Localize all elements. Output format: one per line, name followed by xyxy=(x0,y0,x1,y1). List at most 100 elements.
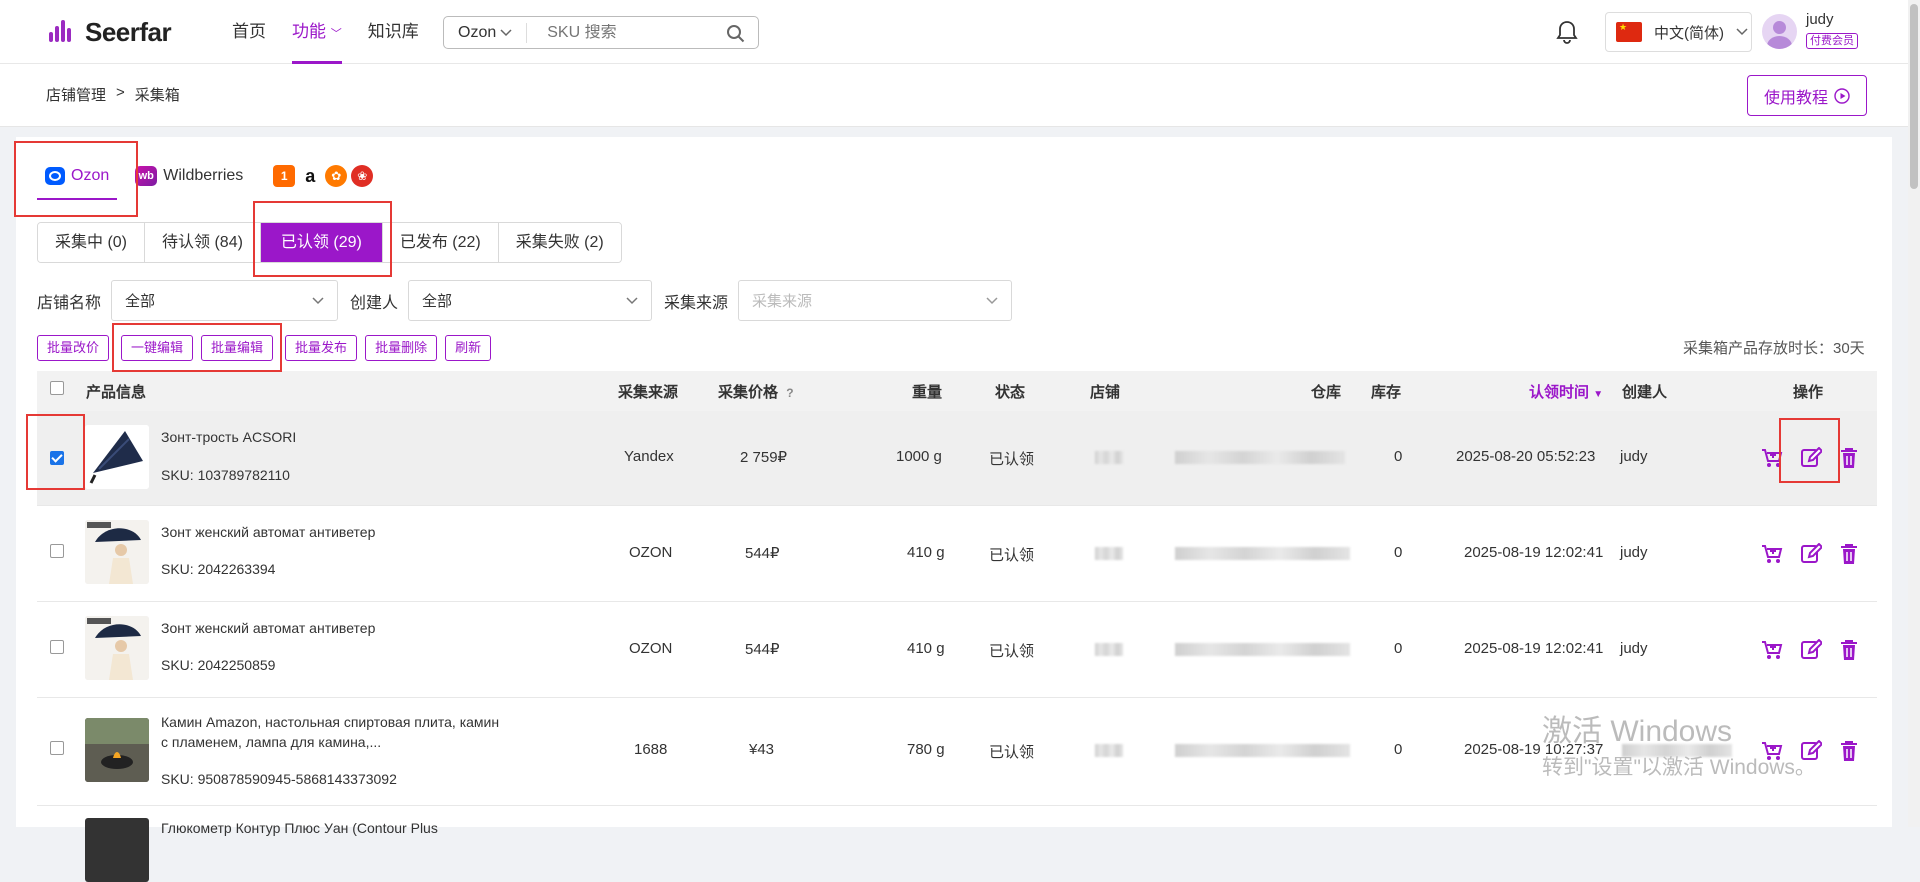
highlight-box-edit-icon xyxy=(1779,418,1840,483)
source-select[interactable]: 采集来源 xyxy=(738,280,1013,321)
batch-delete-button[interactable]: 批量删除 xyxy=(365,335,438,361)
row-price: 544₽ xyxy=(745,545,780,562)
tab-collecting[interactable]: 采集中 (0) xyxy=(38,223,146,262)
row-creator: judy xyxy=(1620,640,1648,657)
product-name[interactable]: Зонт женский автомат антиветер xyxy=(161,522,501,542)
row-checkbox[interactable] xyxy=(50,544,64,558)
china-flag-icon xyxy=(1616,22,1642,42)
breadcrumb: 店铺管理 > 采集箱 xyxy=(46,84,180,105)
row-status: 已认领 xyxy=(989,744,1035,761)
product-name[interactable]: Зонт женский автомат антиветер xyxy=(161,618,501,638)
nav-home[interactable]: 首页 xyxy=(232,0,266,64)
logo-mark-icon xyxy=(49,19,79,44)
product-sku: SKU: 103789782110 xyxy=(161,467,290,483)
select-all-checkbox[interactable] xyxy=(50,381,64,395)
product-thumbnail[interactable] xyxy=(85,520,149,584)
help-icon[interactable]: ? xyxy=(786,386,793,400)
chevron-down-icon xyxy=(500,28,512,36)
nav-features[interactable]: 功能 ﹀ xyxy=(292,0,342,64)
creator-select[interactable]: 全部 xyxy=(408,280,653,321)
avatar[interactable] xyxy=(1762,14,1797,49)
wildberries-logo-icon: wb xyxy=(135,166,158,186)
highlight-box-row-checkbox xyxy=(26,414,85,490)
scroll-thumb[interactable] xyxy=(1910,4,1918,189)
col-claim-time[interactable]: 认领时间 ▼ xyxy=(1529,381,1603,402)
nav-features-label: 功能 xyxy=(292,22,326,41)
edit-icon[interactable] xyxy=(1800,543,1822,565)
breadcrumb-store-management[interactable]: 店铺管理 xyxy=(46,84,106,105)
trash-icon[interactable] xyxy=(1839,543,1859,565)
source-select-placeholder: 采集来源 xyxy=(752,293,813,310)
warehouse-blurred xyxy=(1175,451,1345,464)
language-label: 中文(简体) xyxy=(1654,24,1724,42)
product-thumbnail[interactable] xyxy=(85,818,149,882)
product-thumbnail[interactable] xyxy=(85,616,149,680)
search-input[interactable] xyxy=(527,23,758,42)
store-blurred xyxy=(1095,643,1123,656)
product-thumbnail[interactable] xyxy=(85,718,149,782)
retention-text: 采集箱产品存放时长：30天 xyxy=(1683,340,1865,357)
store-select-value: 全部 xyxy=(125,293,156,310)
tab-pending-claim[interactable]: 待认领 (84) xyxy=(145,223,261,262)
product-thumbnail[interactable] xyxy=(85,425,149,489)
refresh-button[interactable]: 刷新 xyxy=(445,335,492,361)
row-checkbox[interactable] xyxy=(50,741,64,755)
row-creator: judy xyxy=(1620,544,1648,561)
row-price: ¥43 xyxy=(749,741,775,758)
language-select[interactable]: 中文(简体) xyxy=(1605,12,1752,52)
umbrella-woman-image xyxy=(85,520,149,584)
tutorial-button[interactable]: 使用教程 xyxy=(1747,75,1867,116)
seerfar-logo[interactable]: Seerfar xyxy=(49,17,172,48)
col-weight: 重量 xyxy=(912,384,943,401)
edit-icon[interactable] xyxy=(1800,639,1822,661)
product-name[interactable]: Камин Amazon, настольная спиртовая плита… xyxy=(161,712,501,752)
row-creator: judy xyxy=(1620,448,1648,465)
search-platform-select[interactable]: Ozon xyxy=(444,22,528,43)
breadcrumb-current: 采集箱 xyxy=(134,87,180,104)
col-store: 店铺 xyxy=(1090,384,1121,401)
filters: 店铺名称 全部 创建人 全部 采集来源 采集来源 xyxy=(37,280,1024,321)
highlight-box-claimed-tab xyxy=(253,201,392,277)
tab-failed[interactable]: 采集失败 (2) xyxy=(498,223,621,262)
bell-icon[interactable] xyxy=(1556,20,1578,44)
table-row[interactable]: Зонт женский автомат антиветер SKU: 2042… xyxy=(37,506,1877,602)
product-name[interactable]: Зонт-трость ACSORI xyxy=(161,427,501,447)
other-platform-tabs[interactable]: 1 a ✿ ❀ xyxy=(273,165,374,187)
search-icon[interactable] xyxy=(726,24,746,44)
aliexpress-logo-icon: ✿ xyxy=(325,165,348,187)
source-filter-label: 采集来源 xyxy=(664,294,729,312)
tab-published[interactable]: 已发布 (22) xyxy=(382,223,499,262)
row-weight: 410 g xyxy=(907,640,945,657)
col-status: 状态 xyxy=(995,384,1026,401)
brand-name: Seerfar xyxy=(85,17,172,47)
tab-wildberries[interactable]: wb Wildberries xyxy=(125,158,253,194)
pinduoduo-logo-icon: ❀ xyxy=(351,165,374,187)
col-creator: 创建人 xyxy=(1622,384,1668,401)
col-source: 采集来源 xyxy=(618,384,679,401)
batch-price-button[interactable]: 批量改价 xyxy=(37,335,110,361)
col-product: 产品信息 xyxy=(86,384,147,401)
trash-icon[interactable] xyxy=(1839,639,1859,661)
row-stock: 0 xyxy=(1394,640,1403,657)
main-nav: 首页 功能 ﹀ 知识库 xyxy=(232,0,419,64)
umbrella-image xyxy=(85,425,149,489)
trash-icon[interactable] xyxy=(1839,740,1859,762)
product-name[interactable]: Глюкометр Контур Плюс Уан (Contour Plus xyxy=(161,818,501,838)
row-source: Yandex xyxy=(624,448,674,465)
table-row[interactable]: Глюкометр Контур Плюс Уан (Contour Plus xyxy=(37,806,1877,882)
row-checkbox[interactable] xyxy=(50,640,64,654)
username[interactable]: judy xyxy=(1806,11,1834,28)
store-select[interactable]: 全部 xyxy=(111,280,339,321)
batch-publish-button[interactable]: 批量发布 xyxy=(285,335,358,361)
nav-knowledge-base[interactable]: 知识库 xyxy=(368,0,419,64)
chevron-down-icon xyxy=(626,297,638,305)
add-to-cart-icon[interactable] xyxy=(1761,639,1783,661)
table-row[interactable]: Зонт-трость ACSORI SKU: 103789782110 Yan… xyxy=(37,411,1877,506)
product-sku: SKU: 2042263394 xyxy=(161,561,276,577)
add-to-cart-icon[interactable] xyxy=(1761,543,1783,565)
page-scrollbar[interactable] xyxy=(1908,0,1920,827)
row-status: 已认领 xyxy=(989,547,1035,564)
tab-wildberries-label: Wildberries xyxy=(163,167,244,184)
trash-icon[interactable] xyxy=(1839,447,1859,469)
table-row[interactable]: Зонт женский автомат антиветер SKU: 2042… xyxy=(37,602,1877,698)
